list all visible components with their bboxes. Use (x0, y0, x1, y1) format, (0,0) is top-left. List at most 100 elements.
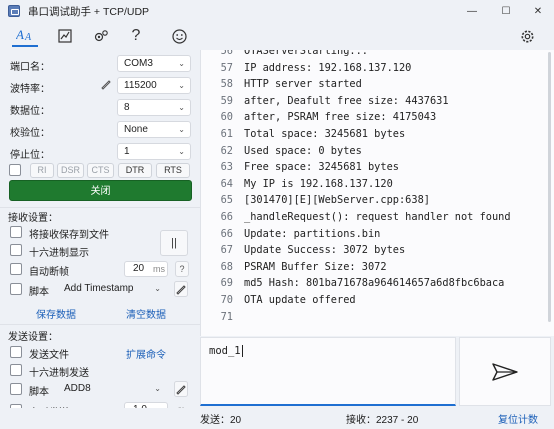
log-text: Free space: 3245681 bytes (244, 161, 399, 174)
line-number: 68 (220, 260, 233, 273)
frame-help-button[interactable]: ? (175, 261, 189, 277)
baud-label: 波特率： (10, 84, 50, 95)
log-text: PSRAM Buffer Size: 3072 (244, 260, 387, 273)
close-port-button[interactable]: 关闭 (9, 180, 192, 201)
log-text: Used space: 0 bytes (244, 144, 362, 157)
line-number: 69 (220, 277, 233, 290)
receive-section-title: 接收设置： (8, 213, 58, 224)
send-script-select[interactable]: ADD8 ⌄ (58, 381, 166, 398)
save-to-file-label: 将接收保存到文件 (29, 230, 109, 241)
send-file-label: 发送文件 (29, 350, 69, 361)
log-text: after, Deafult free size: 4437631 (244, 94, 449, 107)
edit-script-icon[interactable] (174, 281, 188, 297)
log-scrollbar[interactable] (548, 52, 551, 322)
line-number: 57 (220, 61, 233, 74)
port-select[interactable]: COM3 ⌄ (117, 55, 191, 72)
auto-frame-checkbox[interactable] (10, 263, 22, 275)
maximize-button[interactable]: ☐ (492, 0, 520, 22)
log-text: HTTP server started (244, 78, 362, 91)
data-bits-label: 数据位： (10, 106, 50, 117)
window-title: 串口调试助手 + TCP/UDP (28, 5, 150, 18)
data-bits-select[interactable]: 8 ⌄ (117, 99, 191, 116)
left-panel: 端口名： COM3 ⌄ 波特率： 115200 ⌄ 数据位： 8 ⌄ 校验位： Non… (0, 50, 200, 429)
log-text: OTAServerStarting... (244, 50, 368, 57)
line-number: 63 (220, 161, 233, 174)
log-text: IP address: 192.168.137.120 (244, 61, 412, 74)
received-count: 接收：2237 - 20 (346, 415, 419, 426)
line-number: 65 (220, 194, 233, 207)
signals-checkbox[interactable] (9, 164, 21, 176)
signal-dtr[interactable]: DTR (118, 163, 152, 178)
line-number: 66 (220, 227, 233, 240)
parity-label: 校验位： (10, 128, 50, 139)
parity-select[interactable]: None ⌄ (117, 121, 191, 138)
log-text: [301470][E][WebServer.cpp:638] (244, 194, 430, 207)
receive-script-label: 脚本 (29, 287, 49, 298)
reset-count-link[interactable]: 复位计数 (498, 411, 538, 426)
chevron-down-icon: ⌄ (178, 81, 185, 90)
chevron-down-icon: ⌄ (178, 59, 185, 68)
edit-send-script-icon[interactable] (174, 381, 188, 397)
line-number: 64 (220, 177, 233, 190)
log-text: after, PSRAM free size: 4175043 (244, 111, 437, 124)
line-number: 62 (220, 144, 233, 157)
stop-bits-select[interactable]: 1 ⌄ (117, 143, 191, 160)
hex-send-label: 十六进制发送 (29, 368, 89, 379)
chevron-down-icon: ⌄ (178, 125, 185, 134)
signal-ri: RI (30, 163, 54, 178)
svg-text:A: A (16, 28, 24, 42)
font-icon[interactable]: AA (12, 25, 38, 47)
line-number: 58 (220, 78, 233, 91)
sent-count: 发送：20 (200, 415, 242, 426)
send-file-checkbox[interactable] (10, 346, 22, 358)
close-window-button[interactable]: ✕ (524, 0, 552, 22)
hex-display-checkbox[interactable] (10, 244, 22, 256)
toolbar: AA ? (0, 22, 554, 50)
log-text: _handleRequest(): request handler not fo… (244, 211, 511, 223)
save-to-file-checkbox[interactable] (10, 226, 22, 238)
log-text: md5 Hash: 801ba71678a964614657a6d8fbc6ba… (244, 277, 505, 290)
send-input[interactable]: mod_1 (200, 337, 456, 406)
receive-log[interactable]: 56 OTAServerStarting... 57 IP address: 192.… (200, 50, 554, 336)
clear-data-link[interactable]: 清空数据 (126, 306, 166, 321)
minimize-button[interactable]: — (458, 0, 486, 22)
line-number: 61 (220, 128, 233, 140)
divider (0, 207, 200, 208)
log-text: My IP is 192.168.137.120 (244, 177, 393, 190)
app-icon (8, 5, 20, 17)
expand-command-link[interactable]: 扩展命令 (126, 346, 166, 361)
pen-icon[interactable] (100, 78, 112, 90)
settings-gear-icon[interactable] (88, 25, 114, 47)
chevron-down-icon: ⌄ (178, 103, 185, 112)
send-button[interactable] (459, 337, 551, 406)
frame-unit: ms (153, 264, 165, 274)
send-icon (492, 362, 518, 381)
help-icon[interactable]: ? (123, 25, 149, 47)
log-text: OTA update offered (244, 294, 356, 306)
signal-cts: CTS (87, 163, 114, 178)
line-number: 59 (220, 94, 233, 107)
line-number: 66 (220, 211, 233, 223)
pause-button[interactable]: || (160, 230, 188, 256)
line-number: 60 (220, 111, 233, 124)
save-data-link[interactable]: 保存数据 (36, 306, 76, 321)
divider (0, 324, 200, 325)
line-number: 67 (220, 244, 233, 257)
gear-icon[interactable] (514, 25, 540, 47)
smile-icon[interactable] (166, 25, 192, 47)
line-number: 70 (220, 294, 233, 306)
svg-text:A: A (24, 32, 32, 42)
auto-frame-label: 自动断帧 (29, 267, 69, 278)
send-section-title: 发送设置： (8, 332, 58, 343)
chevron-down-icon: ⌄ (154, 284, 161, 293)
signal-rts[interactable]: RTS (156, 163, 190, 178)
line-number: 71 (220, 310, 233, 323)
hex-send-checkbox[interactable] (10, 364, 22, 376)
chart-icon[interactable] (52, 25, 78, 47)
chevron-down-icon: ⌄ (154, 384, 161, 393)
send-script-label: 脚本 (29, 387, 49, 398)
receive-script-select[interactable]: Add Timestamp ⌄ (58, 281, 166, 298)
receive-script-checkbox[interactable] (10, 283, 22, 295)
send-script-checkbox[interactable] (10, 383, 22, 395)
baud-select[interactable]: 115200 ⌄ (117, 77, 191, 94)
